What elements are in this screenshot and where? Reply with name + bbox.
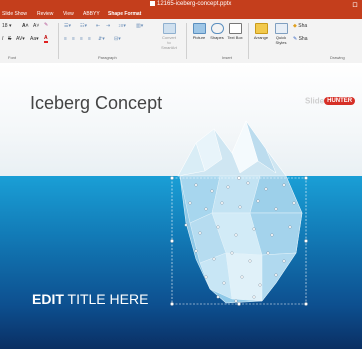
shape-fill-button[interactable]: ◆ Sha — [293, 23, 307, 29]
spacing-button[interactable]: AV▾ — [16, 36, 25, 42]
text-direction-icon[interactable]: ⇵▾ — [98, 36, 105, 42]
document-title: 12165-iceberg-concept.pptx — [150, 1, 231, 7]
ribbon-separator — [186, 23, 187, 59]
smartart-icon — [162, 23, 176, 34]
shrink-font-button[interactable]: A˅ — [33, 23, 39, 29]
picture-icon — [192, 23, 206, 34]
picture-button[interactable]: Picture — [190, 23, 208, 40]
justify-icon[interactable]: ≡ — [88, 36, 91, 42]
line-spacing-icon[interactable]: ↕≡▾ — [118, 23, 126, 29]
textbox-button[interactable]: Text Box — [226, 23, 244, 40]
filename-label: 12165-iceberg-concept.pptx — [157, 1, 232, 7]
group-label-paragraph: Paragraph — [98, 55, 117, 60]
pen-icon: ✎ — [293, 36, 298, 42]
decrease-indent-icon[interactable]: ⇤ — [96, 23, 100, 29]
align-right-icon[interactable]: ≡ — [80, 36, 83, 42]
font-size-select[interactable]: 18 ▾ — [2, 23, 11, 29]
numbering-icon[interactable]: ☷▾ — [80, 23, 87, 29]
quick-styles-button[interactable]: Quick Styles — [272, 23, 290, 45]
quick-styles-icon — [274, 23, 288, 34]
group-label-font: Font — [8, 55, 17, 60]
shapes-icon — [210, 23, 224, 34]
arrange-button[interactable]: Arrange — [252, 23, 270, 40]
title-bar: 12165-iceberg-concept.pptx ロ — [0, 0, 362, 9]
convert-smartart-button[interactable]: Convert to SmartArt — [160, 23, 178, 50]
paint-bucket-icon: ◆ — [293, 23, 297, 29]
change-case-button[interactable]: Aa▾ — [30, 36, 39, 42]
clear-format-icon[interactable]: ✎ — [44, 22, 48, 28]
arrange-icon — [254, 23, 268, 34]
font-size-value: 18 — [2, 23, 8, 29]
align-text-icon[interactable]: ⊟▾ — [114, 36, 121, 42]
grow-font-button[interactable]: A˄ — [22, 23, 29, 29]
bullets-icon[interactable]: ☰▾ — [64, 23, 71, 29]
slide-canvas[interactable]: Iceberg Concept Slide HUNTER EDIT TITLE … — [0, 63, 362, 349]
align-left-icon[interactable]: ≡ — [64, 36, 67, 42]
group-label-drawing: Drawing — [330, 55, 345, 60]
tab-view[interactable]: View — [63, 11, 74, 17]
shape-outline-button[interactable]: ✎ Sha — [293, 36, 308, 42]
strikethrough-button[interactable]: S — [8, 36, 11, 42]
ribbon-separator — [248, 23, 249, 59]
italic-button[interactable]: I — [2, 36, 3, 42]
tab-shape-format[interactable]: Shape Format — [108, 11, 141, 17]
edit-title-text[interactable]: EDIT TITLE HERE — [32, 291, 148, 307]
ribbon-tabs: Slide Show Review View ABBYY Shape Forma… — [0, 9, 362, 19]
tab-abbyy[interactable]: ABBYY — [83, 11, 100, 17]
tab-slide-show[interactable]: Slide Show — [2, 11, 27, 17]
font-color-button[interactable]: A — [44, 35, 48, 43]
powerpoint-icon — [150, 1, 155, 6]
textbox-icon — [228, 23, 242, 34]
align-center-icon[interactable]: ≡ — [72, 36, 75, 42]
restore-window-button[interactable]: ロ — [352, 0, 358, 9]
tab-review[interactable]: Review — [37, 11, 53, 17]
ribbon-separator — [58, 23, 59, 59]
shapes-button[interactable]: Shapes — [208, 23, 226, 40]
columns-icon[interactable]: ▥▾ — [136, 23, 143, 29]
ribbon: 18 ▾ A˄ A˅ ✎ I S AV▾ Aa▾ A Font ☰▾ ☷▾ ⇤ … — [0, 19, 362, 64]
increase-indent-icon[interactable]: ⇥ — [106, 23, 110, 29]
group-label-insert: Insert — [222, 55, 233, 60]
